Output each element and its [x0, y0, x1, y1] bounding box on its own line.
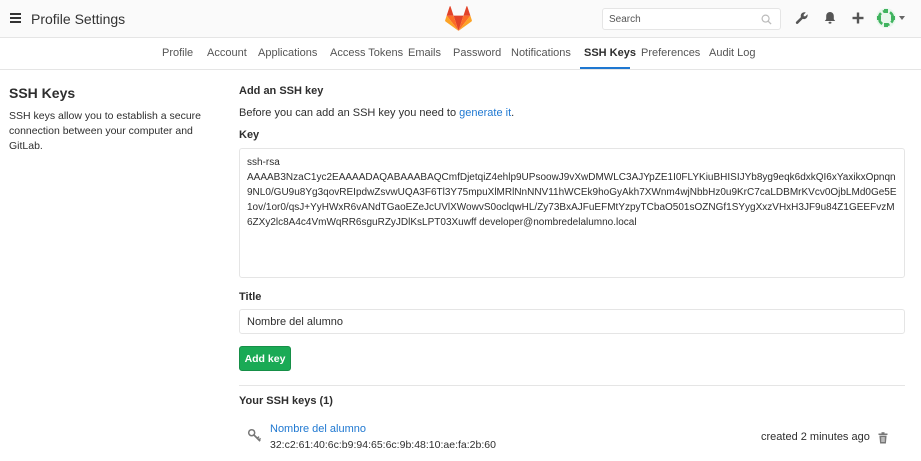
tab-account[interactable]: Account [207, 47, 247, 59]
generate-it-link[interactable]: generate it [459, 107, 511, 119]
active-tab-indicator [580, 67, 630, 69]
tab-applications[interactable]: Applications [258, 47, 317, 59]
tab-password[interactable]: Password [453, 47, 501, 59]
key-textarea[interactable] [239, 148, 905, 278]
key-title-link[interactable]: Nombre del alumno [270, 423, 366, 435]
key-fingerprint: 32:c2:61:40:6c:b9:94:65:6c:9b:48:10:ae:f… [270, 439, 496, 451]
key-icon [247, 428, 262, 442]
tab-emails[interactable]: Emails [408, 47, 441, 59]
intro-text: Before you can add an SSH key you need t… [239, 107, 514, 119]
bell-icon[interactable] [823, 11, 837, 25]
key-label: Key [239, 129, 260, 141]
search-icon [761, 14, 772, 25]
settings-tabs: Profile Account Applications Access Toke… [0, 38, 921, 70]
add-key-heading: Add an SSH key [239, 85, 324, 97]
menu-icon[interactable] [10, 13, 21, 23]
divider [239, 385, 905, 386]
tab-notifications[interactable]: Notifications [511, 47, 571, 59]
intro-text-body: Before you can add an SSH key you need t… [239, 107, 460, 119]
tab-profile[interactable]: Profile [162, 47, 193, 59]
top-navbar: Profile Settings [0, 0, 921, 38]
key-created-time: created 2 minutes ago [761, 431, 870, 443]
page-title: Profile Settings [31, 11, 126, 27]
search-box [602, 8, 781, 30]
wrench-icon[interactable] [795, 11, 809, 25]
tab-ssh-keys[interactable]: SSH Keys [584, 47, 636, 59]
add-key-button[interactable]: Add key [239, 346, 291, 371]
title-input[interactable] [239, 309, 905, 334]
chevron-down-icon[interactable] [899, 16, 905, 20]
title-label: Title [239, 291, 262, 303]
section-title: SSH Keys [9, 85, 76, 101]
avatar[interactable] [876, 8, 896, 28]
trash-icon[interactable] [878, 432, 888, 444]
tab-audit-log[interactable]: Audit Log [709, 47, 755, 59]
tab-preferences[interactable]: Preferences [641, 47, 700, 59]
list-item: Nombre del alumno 32:c2:61:40:6c:b9:94:6… [239, 420, 905, 461]
intro-text-end: . [511, 107, 515, 119]
plus-icon[interactable] [851, 11, 865, 25]
gitlab-logo[interactable] [445, 6, 472, 31]
section-description: SSH keys allow you to establish a secure… [9, 110, 202, 152]
tab-access-tokens[interactable]: Access Tokens [330, 47, 403, 59]
ssh-keys-list-heading: Your SSH keys (1) [239, 395, 333, 407]
search-input[interactable] [603, 9, 753, 29]
